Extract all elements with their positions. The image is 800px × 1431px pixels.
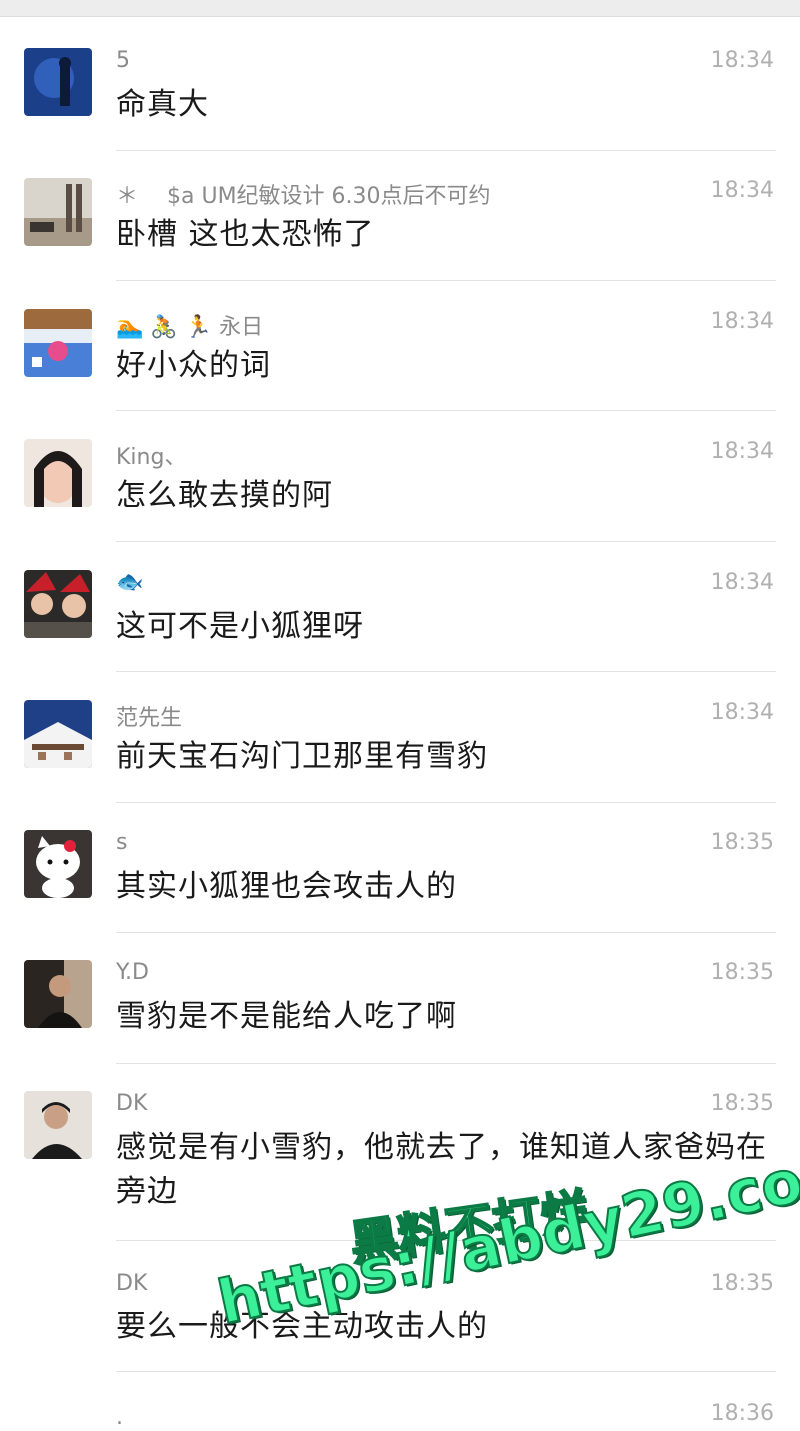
message-time: 18:34 [710, 48, 774, 73]
sender-name: 🐟 [116, 570, 144, 595]
chat-message-row[interactable]: s 18:35 其实小狐狸也会攻击人的 [0, 802, 800, 933]
chat-message-row[interactable]: ＊ $a UM纪敏设计 6.30点后不可约 18:34 卧槽 这也太恐怖了 [0, 151, 800, 281]
sender-name: 🏊 🚴 🏃 永日 [116, 315, 264, 340]
room-interior-avatar-icon[interactable] [24, 178, 92, 246]
sender-name: 5 [116, 48, 130, 73]
chat-message-row[interactable]: 🐟 18:34 这可不是小狐狸呀 [0, 542, 800, 672]
message-text: 命真大 [116, 87, 209, 122]
blue-logo-avatar-icon[interactable] [24, 1405, 92, 1423]
message-text: 要么一般不会主动攻击人的 [116, 1309, 488, 1344]
message-text: 雪豹是不是能给人吃了啊 [116, 999, 457, 1034]
chat-message-row[interactable]: 范先生 18:34 前天宝石沟门卫那里有雪豹 [0, 672, 800, 803]
chat-message-row[interactable]: King、 18:34 怎么敢去摸的阿 [0, 411, 800, 542]
sender-name: 范先生 [116, 706, 183, 731]
chat-message-row[interactable]: 5 18:34 命真大 [0, 17, 800, 151]
top-bar [0, 0, 800, 17]
snow-house-avatar-icon[interactable] [24, 700, 92, 768]
sender-name: King、 [116, 445, 187, 470]
message-text: 卧槽 这也太恐怖了 [116, 217, 375, 252]
night-blue-avatar-icon[interactable] [24, 48, 92, 116]
man-portrait-avatar-icon[interactable] [24, 1091, 92, 1159]
message-text: 好小众的词 [116, 348, 271, 383]
message-time: 18:35 [710, 830, 774, 855]
message-time: 18:34 [710, 700, 774, 725]
sender-name: s [116, 830, 128, 855]
message-time: 18:34 [710, 178, 774, 203]
sender-name: Y.D [116, 960, 149, 985]
chat-message-row[interactable]: Y.D 18:35 雪豹是不是能给人吃了啊 [0, 933, 800, 1064]
christmas-kids-avatar-icon[interactable] [24, 570, 92, 638]
message-text: 其实小狐狸也会攻击人的 [116, 869, 457, 904]
sender-name: . [116, 1405, 123, 1430]
sender-name: DK [116, 1091, 148, 1116]
message-text: 怎么敢去摸的阿 [116, 478, 333, 513]
sender-name: DK [116, 1271, 148, 1296]
hello-kitty-avatar-icon[interactable] [24, 830, 92, 898]
chat-message-row[interactable]: . 18:36 [0, 1371, 800, 1431]
message-time: 18:35 [710, 960, 774, 985]
message-time: 18:34 [710, 309, 774, 334]
message-text: 这可不是小狐狸呀 [116, 609, 364, 644]
sender-name: ＊ $a UM纪敏设计 6.30点后不可约 [116, 184, 491, 209]
pool-scene-avatar-icon[interactable] [24, 309, 92, 377]
message-time: 18:36 [710, 1401, 774, 1426]
chat-message-row[interactable]: 🏊 🚴 🏃 永日 18:34 好小众的词 [0, 281, 800, 411]
message-text: 前天宝石沟门卫那里有雪豹 [116, 739, 488, 774]
man-dark-avatar-icon[interactable] [24, 960, 92, 1028]
message-time: 18:34 [710, 439, 774, 464]
message-time: 18:35 [710, 1091, 774, 1116]
message-time: 18:35 [710, 1271, 774, 1296]
girl-face-avatar-icon[interactable] [24, 439, 92, 507]
message-time: 18:34 [710, 570, 774, 595]
